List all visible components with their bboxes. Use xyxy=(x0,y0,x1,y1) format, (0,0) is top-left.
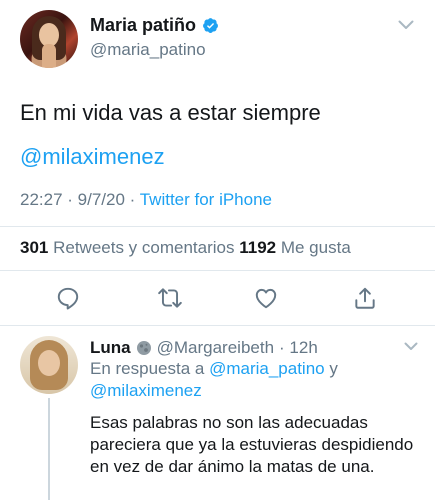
author-avatar[interactable] xyxy=(20,10,78,68)
tweet-stats: 301 Retweets y comentarios 1192 Me gusta xyxy=(20,238,351,258)
author-name[interactable]: Maria patiño xyxy=(90,15,196,36)
author-name-row[interactable]: Maria patiño xyxy=(90,15,219,36)
likes-count[interactable]: 1192 xyxy=(239,238,276,257)
reply-author-handle[interactable]: @Margareibeth xyxy=(157,338,274,358)
thread-line xyxy=(48,398,50,500)
heart-icon[interactable] xyxy=(253,285,279,311)
replying-prefix: En respuesta a xyxy=(90,359,210,378)
reply-text: Esas palabras no son las adecuadas parec… xyxy=(90,413,414,476)
divider xyxy=(0,325,435,326)
retweets-label[interactable]: Retweets y comentarios xyxy=(48,238,239,257)
author-handle[interactable]: @maria_patino xyxy=(90,40,206,60)
verified-badge-icon xyxy=(203,18,218,33)
tweet-text: En mi vida vas a estar siempre @milaxime… xyxy=(20,96,420,174)
chevron-down-icon[interactable] xyxy=(398,20,414,30)
tweet-mention-link[interactable]: @milaximenez xyxy=(20,140,420,174)
chevron-down-icon[interactable] xyxy=(404,342,418,351)
tweet-meta: 22:27 · 9/7/20 · Twitter for iPhone xyxy=(20,190,272,210)
reply-header: Luna @Margareibeth · 12h xyxy=(90,338,318,358)
replying-joiner: y xyxy=(324,359,338,378)
reply-age: · 12h xyxy=(279,338,318,357)
reply-author-avatar[interactable] xyxy=(20,336,78,394)
tweet-source-link[interactable]: Twitter for iPhone xyxy=(140,190,272,209)
reply-author-name[interactable]: Luna xyxy=(90,338,131,358)
divider xyxy=(0,270,435,271)
divider xyxy=(0,226,435,227)
avatar-neck xyxy=(42,44,56,68)
moon-emoji-icon xyxy=(136,341,151,355)
tweet-timestamp: 22:27 · 9/7/20 · xyxy=(20,190,140,209)
reply-icon[interactable] xyxy=(55,285,81,311)
avatar-face xyxy=(38,350,60,376)
retweets-count[interactable]: 301 xyxy=(20,238,48,257)
replying-to: En respuesta a @maria_patino y @milaxime… xyxy=(90,358,420,402)
replying-mention-1[interactable]: @maria_patino xyxy=(209,359,325,378)
retweet-icon[interactable] xyxy=(157,285,183,311)
tweet-text-line: En mi vida vas a estar siempre xyxy=(20,100,321,125)
replying-mention-2[interactable]: @milaximenez xyxy=(90,381,202,400)
share-icon[interactable] xyxy=(352,285,378,311)
likes-label[interactable]: Me gusta xyxy=(276,238,351,257)
